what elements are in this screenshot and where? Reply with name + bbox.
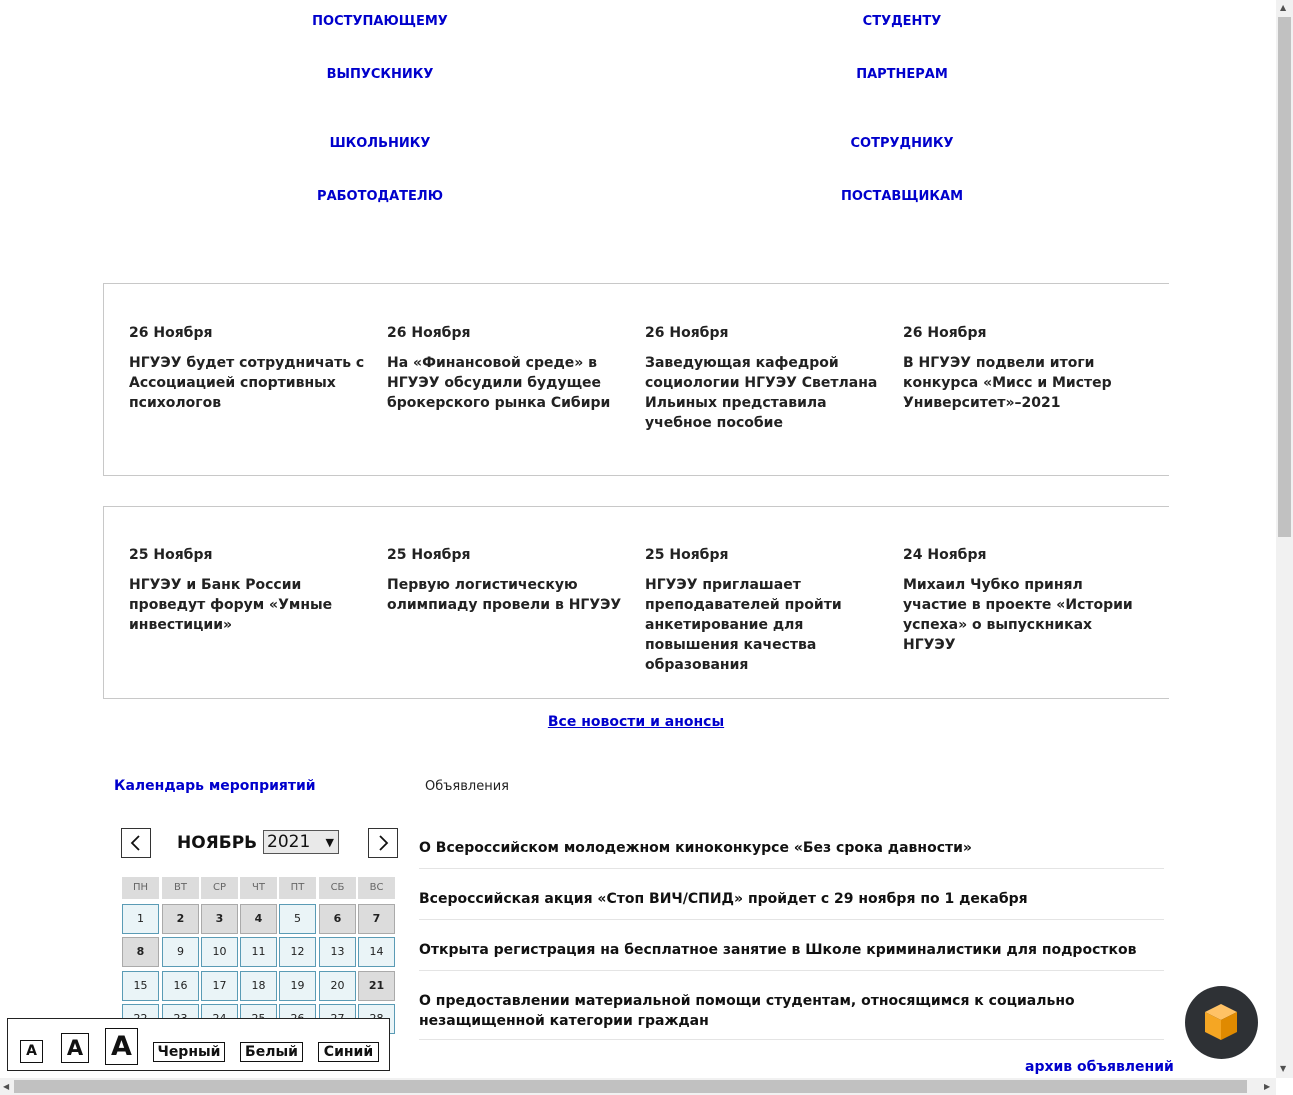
news-date: 25 Ноября [129,547,213,563]
nav-employer-link[interactable]: РАБОТОДАТЕЛЮ [317,189,443,204]
chat-cube-icon [1205,1004,1237,1040]
news-title[interactable]: НГУЭУ приглашает преподавателей пройти а… [645,575,885,675]
calendar-day[interactable]: 5 [279,904,316,934]
chat-widget-button[interactable] [1185,986,1258,1059]
calendar-day[interactable]: 6 [319,904,356,934]
chevron-right-icon [379,835,389,851]
news-row: 25 Ноября НГУЭУ и Банк России проведут ф… [103,506,1169,699]
weekday-header: СБ [319,877,356,899]
scroll-up-icon[interactable]: ▲ [1280,3,1286,12]
theme-black-button[interactable]: Черный [153,1042,225,1062]
chevron-down-icon: ▼ [325,836,334,849]
font-size-small-button[interactable]: A [20,1040,43,1063]
scroll-right-icon[interactable]: ▶ [1264,1082,1270,1091]
calendar-day[interactable]: 12 [279,937,316,967]
news-card[interactable]: 25 Ноября Первую логистическую олимпиаду… [387,547,627,615]
news-date: 26 Ноября [387,325,471,341]
calendar-next-button[interactable] [368,828,398,858]
all-news-link[interactable]: Все новости и анонсы [548,714,724,730]
news-card[interactable]: 26 Ноября На «Финансовой среде» в НГУЭУ … [387,325,627,413]
calendar-day[interactable]: 18 [240,971,277,1001]
accessibility-panel: A A A Черный Белый Синий [7,1018,390,1071]
nav-partners-link[interactable]: ПАРТНЕРАМ [856,67,948,82]
horizontal-scroll-thumb[interactable] [14,1080,1247,1093]
news-card[interactable]: 26 Ноября В НГУЭУ подвели итоги конкурса… [903,325,1143,413]
calendar-year-select[interactable]: 2021 ▼ [263,830,339,854]
calendar-day[interactable]: 15 [122,971,159,1001]
vertical-scroll-thumb[interactable] [1278,17,1291,537]
calendar-day[interactable]: 4 [240,904,277,934]
announcements-archive-link[interactable]: архив объявлений [1025,1059,1174,1075]
news-date: 25 Ноября [645,547,729,563]
news-date: 26 Ноября [645,325,729,341]
calendar-day[interactable]: 20 [319,971,356,1001]
news-card[interactable]: 25 Ноября НГУЭУ и Банк России проведут ф… [129,547,369,635]
tab-announcements[interactable]: Объявления [425,779,509,794]
news-date: 24 Ноября [903,547,987,563]
news-title[interactable]: На «Финансовой среде» в НГУЭУ обсудили б… [387,353,627,413]
announcement-item[interactable]: Всероссийская акция «Стоп ВИЧ/СПИД» прой… [419,889,1164,920]
news-title[interactable]: Михаил Чубко принял участие в проекте «И… [903,575,1143,655]
nav-student-link[interactable]: СТУДЕНТУ [863,14,942,29]
news-title[interactable]: Первую логистическую олимпиаду провели в… [387,575,627,615]
news-title[interactable]: Заведующая кафедрой социологии НГУЭУ Све… [645,353,885,433]
calendar-day[interactable]: 21 [358,971,395,1001]
calendar-day[interactable]: 11 [240,937,277,967]
calendar-day[interactable]: 3 [201,904,238,934]
scroll-down-icon[interactable]: ▼ [1280,1064,1286,1073]
news-title[interactable]: В НГУЭУ подвели итоги конкурса «Мисс и М… [903,353,1143,413]
chevron-left-icon [130,835,140,851]
weekday-header: ПТ [279,877,316,899]
calendar-year-value: 2021 [267,832,311,852]
news-row: 26 Ноября НГУЭУ будет сотрудничать с Асс… [103,283,1169,476]
calendar-day[interactable]: 17 [201,971,238,1001]
theme-white-button[interactable]: Белый [240,1042,303,1062]
theme-blue-button[interactable]: Синий [318,1042,379,1062]
news-card[interactable]: 26 Ноября Заведующая кафедрой социологии… [645,325,885,433]
scroll-left-icon[interactable]: ◀ [3,1082,9,1091]
weekday-header: ЧТ [240,877,277,899]
news-card[interactable]: 26 Ноября НГУЭУ будет сотрудничать с Асс… [129,325,369,413]
calendar-prev-button[interactable] [121,828,151,858]
nav-graduate-link[interactable]: ВЫПУСКНИКУ [327,67,434,82]
weekday-header: ПН [122,877,159,899]
nav-employee-link[interactable]: СОТРУДНИКУ [851,136,954,151]
news-title[interactable]: НГУЭУ будет сотрудничать с Ассоциацией с… [129,353,369,413]
news-date: 26 Ноября [129,325,213,341]
calendar-day[interactable]: 7 [358,904,395,934]
calendar-day[interactable]: 14 [358,937,395,967]
announcement-item[interactable]: О Всероссийском молодежном киноконкурсе … [419,838,1164,869]
news-title[interactable]: НГУЭУ и Банк России проведут форум «Умны… [129,575,369,635]
calendar-day[interactable]: 19 [279,971,316,1001]
horizontal-scrollbar[interactable]: ◀ ▶ [0,1078,1276,1095]
news-card[interactable]: 25 Ноября НГУЭУ приглашает преподавателе… [645,547,885,675]
weekday-header: СР [201,877,238,899]
nav-schoolkid-link[interactable]: ШКОЛЬНИКУ [330,136,431,151]
font-size-medium-button[interactable]: A [61,1033,89,1063]
announcement-item[interactable]: О предоставлении материальной помощи сту… [419,991,1164,1040]
calendar-day[interactable]: 1 [122,904,159,934]
calendar-day[interactable]: 9 [162,937,199,967]
vertical-scrollbar[interactable]: ▲ ▼ [1276,0,1293,1078]
calendar-day[interactable]: 2 [162,904,199,934]
news-card[interactable]: 24 Ноября Михаил Чубко принял участие в … [903,547,1143,655]
calendar-day[interactable]: 10 [201,937,238,967]
weekday-header: ВТ [162,877,199,899]
tab-calendar[interactable]: Календарь мероприятий [114,778,316,794]
calendar-day[interactable]: 8 [122,937,159,967]
nav-suppliers-link[interactable]: ПОСТАВЩИКАМ [841,189,963,204]
font-size-large-button[interactable]: A [105,1028,138,1065]
weekday-header: ВС [358,877,395,899]
news-date: 25 Ноября [387,547,471,563]
announcement-item[interactable]: Открыта регистрация на бесплатное заняти… [419,940,1164,971]
calendar-day[interactable]: 16 [162,971,199,1001]
nav-entrant-link[interactable]: ПОСТУПАЮЩЕМУ [312,14,448,29]
calendar-month: НОЯБРЬ [177,833,258,853]
news-date: 26 Ноября [903,325,987,341]
calendar-day[interactable]: 13 [319,937,356,967]
